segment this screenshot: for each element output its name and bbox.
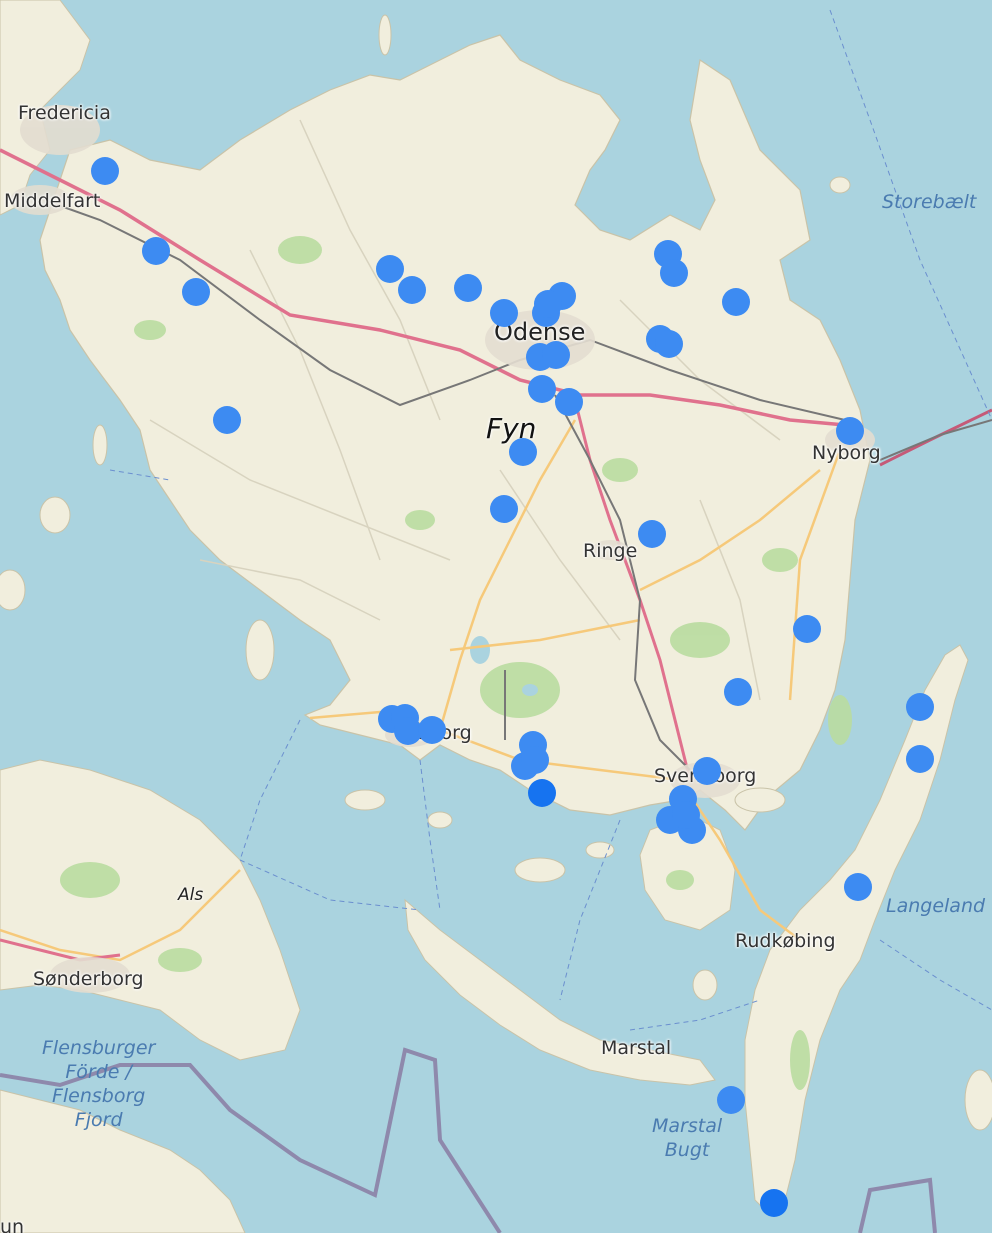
islet-5 (344, 789, 386, 811)
label-nyborg: Nyborg (812, 442, 881, 464)
islet-7 (514, 857, 566, 883)
marker-43[interactable] (760, 1189, 788, 1217)
label-middelfart: Middelfart (4, 190, 101, 212)
label-fredericia: Fredericia (18, 102, 111, 124)
marker-19[interactable] (660, 259, 688, 287)
label-storebaelt: Storebælt (882, 191, 977, 213)
label-marstal-bugt: Marstal Bugt (652, 1115, 723, 1161)
islet-11 (829, 176, 851, 194)
islet-4 (92, 424, 108, 466)
marker-25[interactable] (793, 615, 821, 643)
islet-2 (0, 569, 26, 611)
marker-32[interactable] (418, 716, 446, 744)
marker-27[interactable] (906, 693, 934, 721)
islet-3 (245, 619, 275, 681)
marker-1[interactable] (91, 157, 119, 185)
marker-42[interactable] (717, 1086, 745, 1114)
islet-12 (378, 14, 392, 56)
label-marstal: Marstal (601, 1037, 672, 1059)
marker-17[interactable] (490, 495, 518, 523)
label-rudkobing: Rudkøbing (735, 930, 836, 952)
lake (522, 684, 538, 696)
marker-28[interactable] (906, 745, 934, 773)
marker-13[interactable] (542, 341, 570, 369)
label-ringe: Ringe (583, 540, 638, 562)
label-sonderborg: Sønderborg (33, 968, 144, 990)
marker-16[interactable] (509, 438, 537, 466)
marker-5[interactable] (376, 255, 404, 283)
islet-8 (585, 841, 615, 859)
label-cut-off: un (0, 1216, 25, 1233)
marker-37[interactable] (693, 757, 721, 785)
marker-23[interactable] (836, 417, 864, 445)
marker-8[interactable] (490, 299, 518, 327)
label-flensburger-fjord: Flensburger Förde / Flensborg Fjord (42, 1037, 156, 1131)
marker-24[interactable] (638, 520, 666, 548)
islet-6 (427, 811, 453, 829)
marker-36[interactable] (528, 779, 556, 807)
marker-22[interactable] (655, 330, 683, 358)
islet-13 (964, 1069, 992, 1131)
marker-14[interactable] (528, 375, 556, 403)
lake (470, 636, 490, 664)
marker-11[interactable] (534, 290, 562, 318)
marker-3[interactable] (182, 278, 210, 306)
islet-9 (692, 969, 718, 1001)
marker-6[interactable] (398, 276, 426, 304)
marker-44[interactable] (672, 801, 700, 829)
islet-1 (39, 496, 71, 534)
marker-2[interactable] (142, 237, 170, 265)
marker-15[interactable] (555, 388, 583, 416)
marker-7[interactable] (454, 274, 482, 302)
marker-26[interactable] (724, 678, 752, 706)
marker-4[interactable] (213, 406, 241, 434)
marker-41[interactable] (844, 873, 872, 901)
marker-35[interactable] (521, 746, 549, 774)
label-als: Als (178, 885, 204, 905)
map-view[interactable]: Fredericia Middelfart Odense Fyn Nyborg … (0, 0, 992, 1233)
marker-20[interactable] (722, 288, 750, 316)
label-langeland: Langeland (886, 895, 986, 917)
islet-10 (734, 787, 786, 813)
